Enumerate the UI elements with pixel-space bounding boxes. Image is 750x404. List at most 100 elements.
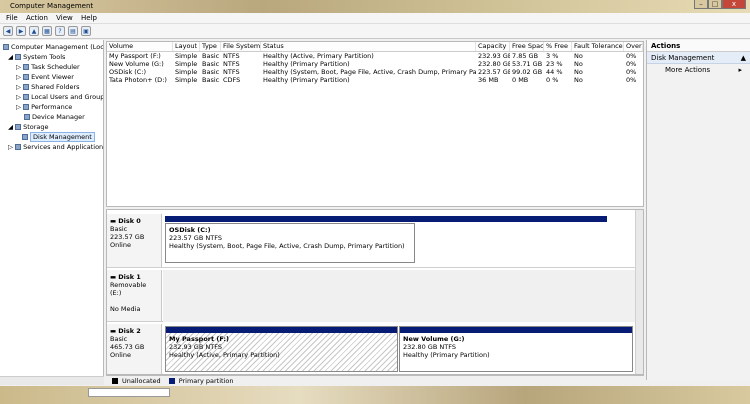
disk-size: 223.57 GB (110, 233, 145, 241)
taskbar-box[interactable] (88, 388, 170, 397)
legend: Unallocated Primary partition (106, 375, 644, 386)
maximize-button[interactable]: □ (708, 0, 722, 9)
col-free-space[interactable]: Free Space (510, 42, 544, 51)
tree-item-services-applications[interactable]: ▷ Services and Applications (8, 142, 103, 152)
cell-fault-tolerance: No (574, 52, 583, 60)
export-list-icon[interactable]: ▣ (81, 26, 91, 36)
col-file-system[interactable]: File System (221, 42, 261, 51)
cell-capacity: 232.80 GB (478, 60, 510, 68)
col-type[interactable]: Type (200, 42, 221, 51)
volume-row[interactable]: My Passport (F:) Simple Basic NTFS Healthy (… (107, 52, 643, 60)
disk-0-row: ▬ Disk 0 Basic 223.57 GB Online OSDisk (… (107, 214, 635, 268)
tree-item-computer-management[interactable]: Computer Management (Local (3, 42, 103, 52)
disk-type: Basic (110, 335, 128, 343)
col-layout[interactable]: Layout (173, 42, 200, 51)
col-volume[interactable]: Volume (107, 42, 173, 51)
legend-unallocated: Unallocated (122, 377, 161, 385)
col-status[interactable]: Status (261, 42, 476, 51)
tree-item-system-tools[interactable]: ◢ System Tools (8, 52, 65, 62)
cell-capacity: 36 MB (478, 76, 499, 84)
tree-item-shared-folders[interactable]: ▷ Shared Folders (16, 82, 80, 92)
tree-item-task-scheduler[interactable]: ▷ Task Scheduler (16, 62, 80, 72)
tree-item-performance[interactable]: ▷ Performance (16, 102, 72, 112)
tree-item-local-users[interactable]: ▷ Local Users and Groups (16, 92, 103, 102)
primary-partition-swatch (168, 378, 175, 384)
close-button[interactable]: x (722, 0, 746, 9)
menu-action[interactable]: Action (26, 13, 48, 24)
minimize-button[interactable]: – (694, 0, 708, 9)
tree-item-disk-management[interactable]: Disk Management (22, 132, 95, 142)
title-bar: Computer Management – □ x (0, 0, 750, 13)
cell-free-space: 99.02 GB (512, 68, 543, 76)
partition-my-passport[interactable]: My Passport (F:) 232.93 GB NTFS Healthy … (165, 326, 398, 372)
back-icon[interactable]: ◀ (3, 26, 13, 36)
primary-partition-bar (165, 216, 607, 222)
disk-map: ▬ Disk 0 Basic 223.57 GB Online OSDisk (… (106, 209, 644, 375)
cell-volume: New Volume (G:) (109, 60, 164, 68)
partition-new-volume-body: New Volume (G:) 232.80 GB NTFS Healthy (… (400, 333, 632, 371)
menu-file[interactable]: File (6, 13, 18, 24)
menu-help[interactable]: Help (81, 13, 97, 24)
services-icon (15, 144, 22, 150)
up-folder-icon[interactable]: ▲ (29, 26, 39, 36)
partition-osdisk[interactable]: OSDisk (C:) 223.57 GB NTFS Healthy (Syst… (165, 216, 607, 266)
disk-0-info[interactable]: ▬ Disk 0 Basic 223.57 GB Online (107, 214, 162, 267)
actions-section-disk-management[interactable]: Disk Management ▲ (647, 52, 750, 64)
tree-item-storage[interactable]: ◢ Storage (8, 122, 49, 132)
col-percent-free[interactable]: % Free (544, 42, 572, 51)
cell-file-system: CDFS (223, 76, 241, 84)
cell-percent-free: 3 % (546, 52, 559, 60)
disk-1-row: ▬ Disk 1 Removable (E:) No Media (107, 270, 635, 322)
cell-status: Healthy (System, Boot, Page File, Active… (263, 68, 476, 76)
partition-new-volume[interactable]: New Volume (G:) 232.80 GB NTFS Healthy (… (399, 326, 633, 372)
menu-view[interactable]: View (56, 13, 73, 24)
disk-state: Online (110, 241, 131, 249)
cell-file-system: NTFS (223, 68, 240, 76)
partition-name: New Volume (G:) (403, 335, 465, 343)
disk-map-scrollbar[interactable] (635, 210, 643, 374)
partition-status: Healthy (System, Boot, Page File, Active… (169, 242, 405, 250)
taskbar-strip (0, 386, 750, 404)
cell-layout: Simple (175, 60, 198, 68)
volume-list: Volume Layout Type File System Status Ca… (106, 41, 644, 207)
actions-header: Actions (647, 40, 750, 52)
help-icon[interactable]: ? (55, 26, 65, 36)
volume-row[interactable]: OSDisk (C:) Simple Basic NTFS Healthy (Syste… (107, 68, 643, 76)
col-overhead[interactable]: Overl (624, 42, 643, 51)
actions-pane: Actions Disk Management ▲ More Actions ▸ (646, 40, 750, 380)
partition-name: My Passport (F:) (169, 335, 230, 343)
cell-fault-tolerance: No (574, 60, 583, 68)
cell-percent-free: 0 % (546, 76, 559, 84)
col-fault-tolerance[interactable]: Fault Tolerance (572, 42, 624, 51)
storage-icon (15, 124, 22, 130)
forward-icon[interactable]: ▶ (16, 26, 26, 36)
cell-type: Basic (202, 68, 220, 76)
tree-item-event-viewer[interactable]: ▷ Event Viewer (16, 72, 74, 82)
tree-item-device-manager[interactable]: Device Manager (24, 112, 85, 122)
disk-2-info[interactable]: ▬ Disk 2 Basic 465.73 GB Online (107, 324, 162, 374)
disk-1-info[interactable]: ▬ Disk 1 Removable (E:) No Media (107, 270, 162, 321)
disk-1-empty-area (163, 270, 635, 322)
cell-percent-free: 44 % (546, 68, 563, 76)
cell-volume: My Passport (F:) (109, 52, 161, 60)
disk-icon: ▬ (110, 327, 119, 335)
tree-horizontal-scrollbar[interactable] (0, 376, 104, 385)
col-capacity[interactable]: Capacity (476, 42, 510, 51)
unallocated-swatch (112, 378, 118, 384)
more-actions-item[interactable]: More Actions ▸ (647, 64, 750, 76)
partition-status: Healthy (Active, Primary Partition) (169, 351, 280, 359)
tools-icon (15, 54, 22, 60)
cell-volume: Tata Photon+ (D:) (109, 76, 167, 84)
menu-bar: File Action View Help (0, 13, 750, 24)
disk-type: Removable (E:) (110, 281, 147, 297)
cell-file-system: NTFS (223, 60, 240, 68)
show-hide-tree-icon[interactable]: ▦ (42, 26, 52, 36)
properties-icon[interactable]: ▤ (68, 26, 78, 36)
collapse-icon[interactable]: ▲ (741, 52, 746, 64)
disk-state: Online (110, 351, 131, 359)
volume-row[interactable]: Tata Photon+ (D:) Simple Basic CDFS Healthy … (107, 76, 643, 84)
volume-row[interactable]: New Volume (G:) Simple Basic NTFS Healthy (P… (107, 60, 643, 68)
disk-icon: ▬ (110, 273, 119, 281)
device-icon (24, 114, 30, 120)
cell-type: Basic (202, 76, 220, 84)
